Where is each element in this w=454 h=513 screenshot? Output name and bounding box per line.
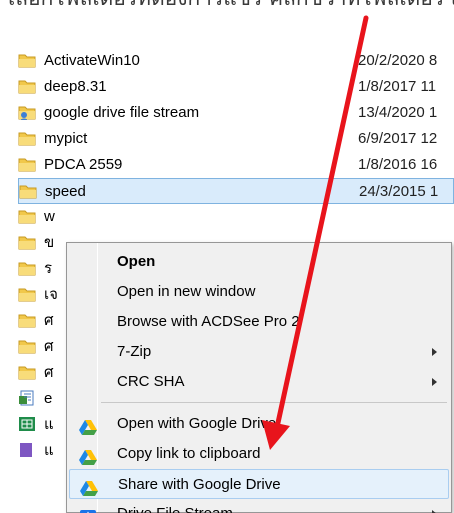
file-row-deep8[interactable]: deep8.31 1/8/2017 11	[18, 74, 454, 100]
file-name: deep8.31	[44, 78, 107, 95]
file-date: 6/9/2017 12	[358, 130, 438, 147]
file-row-speed[interactable]: speed 24/3/2015 1	[18, 178, 454, 204]
folder-icon	[18, 338, 36, 354]
file-date: 24/3/2015 1	[359, 183, 439, 200]
file-name: google drive file stream	[44, 104, 200, 121]
google-drive-icon	[79, 416, 97, 435]
file-name: แ	[44, 442, 54, 459]
menu-item-drive-file-stream[interactable]: Drive File Stream	[69, 499, 449, 513]
folder-icon	[18, 260, 36, 276]
folder-icon	[18, 52, 36, 68]
menu-item-label: CRC SHA	[117, 373, 185, 390]
instruction-caption: เลือกโฟลเดอร์ที่ต้องการแชร์ คลิกขวาที่โฟ…	[0, 0, 454, 18]
file-icon	[18, 442, 36, 458]
file-name: e	[44, 390, 53, 407]
file-row-mypict[interactable]: mypict 6/9/2017 12	[18, 126, 454, 152]
drive-file-stream-icon	[79, 506, 97, 513]
submenu-arrow-icon	[432, 378, 437, 386]
menu-item-open-with-google-drive[interactable]: Open with Google Drive	[69, 409, 449, 439]
file-name: speed	[45, 183, 86, 200]
menu-item-crc-sha[interactable]: CRC SHA	[69, 367, 449, 397]
folder-icon	[18, 312, 36, 328]
shared-folder-icon	[18, 104, 36, 120]
folder-icon	[18, 364, 36, 380]
context-menu: Open Open in new window Browse with ACDS…	[66, 242, 452, 513]
folder-icon	[19, 183, 37, 199]
folder-icon	[18, 286, 36, 302]
menu-item-label: Open	[117, 253, 156, 270]
menu-item-label: Browse with ACDSee Pro 2	[117, 313, 300, 330]
menu-item-share-with-google-drive[interactable]: Share with Google Drive	[69, 469, 449, 499]
file-row-activatewin10[interactable]: ActivateWin10 20/2/2020 8	[18, 48, 454, 74]
file-name: w	[44, 208, 55, 225]
folder-icon	[18, 208, 36, 224]
menu-item-7zip[interactable]: 7-Zip	[69, 337, 449, 367]
file-name: PDCA 2559	[44, 156, 123, 173]
menu-item-label: Open in new window	[117, 283, 256, 300]
google-drive-icon	[80, 477, 98, 496]
menu-item-open-new-window[interactable]: Open in new window	[69, 277, 449, 307]
spreadsheet-icon	[18, 416, 36, 432]
folder-icon	[18, 78, 36, 94]
folder-icon	[18, 130, 36, 146]
menu-item-open[interactable]: Open	[69, 247, 449, 277]
file-name: ศ	[44, 364, 54, 381]
file-date: 20/2/2020 8	[358, 52, 438, 69]
file-name: mypict	[44, 130, 88, 147]
file-name: เจ	[44, 286, 58, 303]
menu-item-label: Share with Google Drive	[118, 476, 281, 493]
file-name: ร	[44, 260, 53, 277]
menu-separator	[101, 402, 447, 403]
file-row-pdca[interactable]: PDCA 2559 1/8/2016 16	[18, 152, 454, 178]
menu-item-label: Open with Google Drive	[117, 415, 277, 432]
google-drive-icon	[79, 446, 97, 465]
menu-item-label: Copy link to clipboard	[117, 445, 261, 462]
submenu-arrow-icon	[432, 348, 437, 356]
menu-item-label: Drive File Stream	[117, 499, 233, 513]
file-row[interactable]: w	[18, 204, 454, 230]
document-icon	[18, 390, 36, 406]
file-name: ข	[44, 234, 55, 251]
menu-item-browse-acdsee[interactable]: Browse with ACDSee Pro 2	[69, 307, 449, 337]
menu-item-label: 7-Zip	[117, 343, 152, 360]
file-date: 13/4/2020 1	[358, 104, 438, 121]
file-name: แ	[44, 416, 54, 433]
file-date: 1/8/2016 16	[358, 156, 438, 173]
file-name: ActivateWin10	[44, 52, 140, 69]
file-row-google-drive-file-stream[interactable]: google drive file stream 13/4/2020 1	[18, 100, 454, 126]
file-date: 1/8/2017 11	[358, 78, 437, 95]
menu-item-copy-link[interactable]: Copy link to clipboard	[69, 439, 449, 469]
folder-icon	[18, 234, 36, 250]
file-name: ศ	[44, 312, 54, 329]
folder-icon	[18, 156, 36, 172]
file-name: ศ	[44, 338, 54, 355]
